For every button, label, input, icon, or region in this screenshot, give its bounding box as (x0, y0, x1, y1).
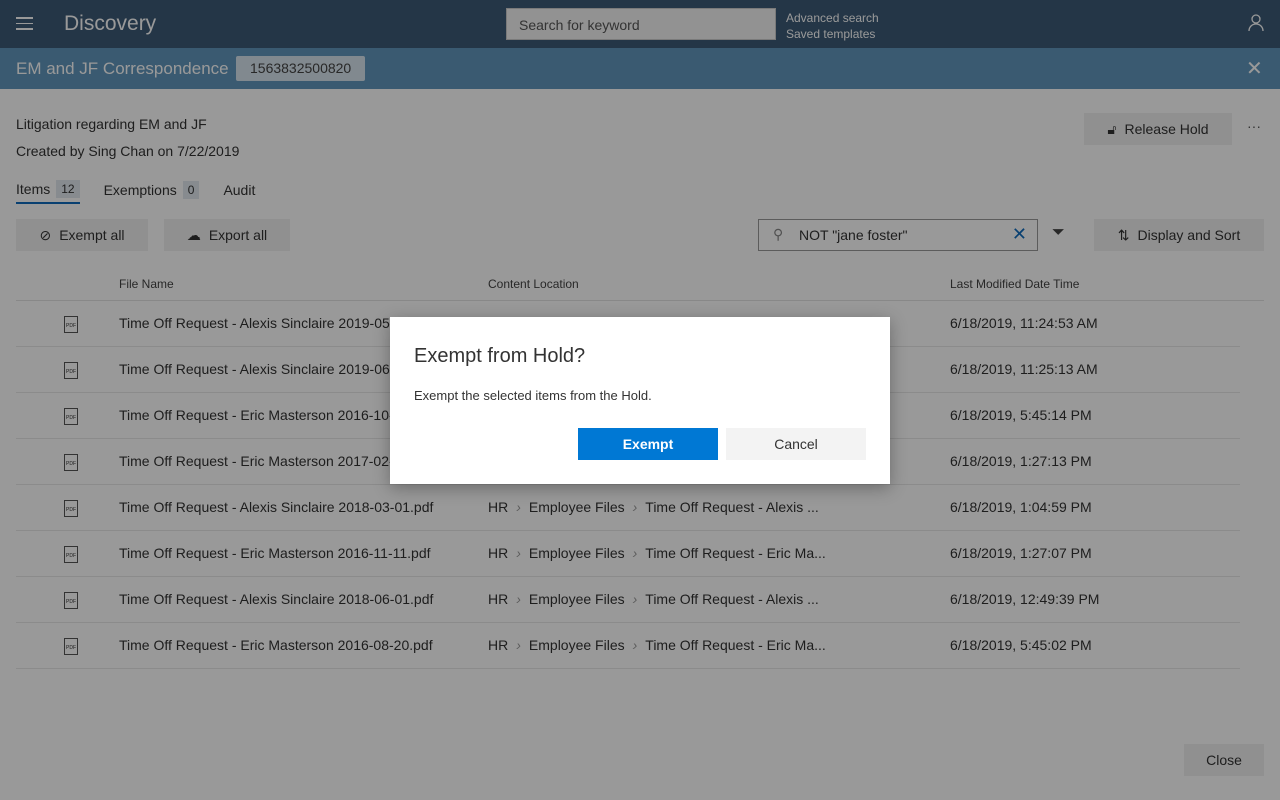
exempt-dialog: Exempt from Hold? Exempt the selected it… (390, 317, 890, 484)
dialog-title: Exempt from Hold? (414, 345, 586, 367)
exempt-button[interactable]: Exempt (578, 428, 718, 460)
dialog-message: Exempt the selected items from the Hold. (414, 388, 652, 403)
cancel-button[interactable]: Cancel (726, 428, 866, 460)
